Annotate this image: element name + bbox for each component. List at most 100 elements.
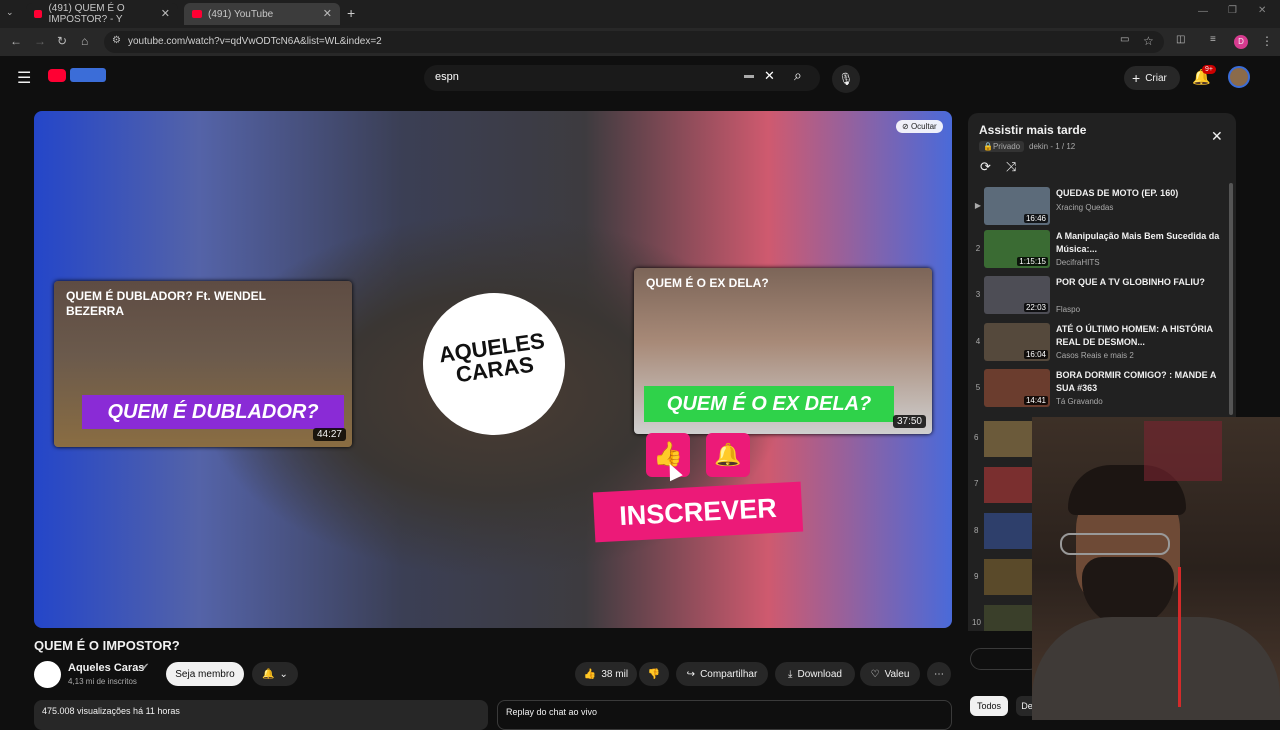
create-label: Criar bbox=[1145, 72, 1167, 84]
channel-name[interactable]: Aqueles Caras bbox=[68, 662, 144, 674]
tab-label: (491) QUEM É O IMPOSTOR? - Y bbox=[48, 3, 125, 25]
url-text: youtube.com/watch?v=qdVwODTcN6A&list=WL&… bbox=[128, 36, 382, 47]
item-index: 8 bbox=[974, 526, 979, 535]
share-button[interactable]: ↪ Compartilhar bbox=[676, 662, 768, 686]
site-info-icon[interactable]: ⚙ bbox=[112, 35, 121, 46]
lock-icon: 🔒 bbox=[983, 142, 993, 151]
jersey-poster bbox=[1144, 421, 1222, 481]
keyboard-icon[interactable]: ▬ bbox=[744, 70, 754, 81]
home-icon[interactable]: ⌂ bbox=[81, 34, 88, 48]
create-button[interactable]: + Criar bbox=[1124, 66, 1180, 90]
endcard-title: QUEM É DUBLADOR? Ft. WENDEL BEZERRA bbox=[66, 289, 266, 318]
reload-icon[interactable]: ↻ bbox=[57, 34, 67, 48]
endcard-title: QUEM É O EX DELA? bbox=[646, 276, 769, 290]
views-and-date: 475.008 visualizações há 11 horas bbox=[42, 706, 180, 716]
item-title: BORA DORMIR COMIGO? : MANDE A SUA #363 bbox=[1056, 370, 1216, 393]
item-channel: DecifraHITS bbox=[1056, 258, 1100, 267]
tab-search-icon[interactable]: ⌄ bbox=[6, 7, 14, 18]
item-channel: Xracing Quedas bbox=[1056, 203, 1114, 212]
voice-search-icon[interactable]: 🎙 bbox=[832, 65, 860, 93]
tab-youtube[interactable]: (491) YouTube ✕ bbox=[184, 3, 340, 25]
clear-search-icon[interactable]: ✕ bbox=[764, 68, 775, 84]
youtube-logo-mark bbox=[70, 68, 106, 82]
endcard-video-dublador[interactable]: QUEM É DUBLADOR? Ft. WENDEL BEZERRA QUEM… bbox=[54, 281, 352, 447]
account-avatar[interactable] bbox=[1228, 66, 1250, 88]
reading-list-icon[interactable]: ≡ bbox=[1210, 34, 1216, 45]
description-box[interactable]: 475.008 visualizações há 11 horas bbox=[34, 700, 488, 730]
search-icon[interactable]: ⌕ bbox=[794, 67, 802, 84]
youtube-logo[interactable] bbox=[48, 69, 66, 82]
close-playlist-icon[interactable]: ✕ bbox=[1211, 128, 1223, 145]
youtube-favicon-icon bbox=[34, 10, 43, 18]
cast-icon[interactable]: ▭ bbox=[1120, 34, 1129, 45]
subscribed-bell-button[interactable]: 🔔 ⌄ bbox=[252, 662, 298, 686]
youtube-favicon-icon bbox=[192, 10, 202, 18]
url-field[interactable]: ⚙ youtube.com/watch?v=qdVwODTcN6A&list=W… bbox=[104, 31, 1164, 53]
hide-endcards-button[interactable]: ⊘ Ocultar bbox=[896, 120, 943, 133]
search-input[interactable]: espn ▬ ✕ ⌕ bbox=[424, 65, 820, 91]
playlist-item[interactable]: ▶ 16:46 QUEDAS DE MOTO (EP. 160) Xracing… bbox=[968, 185, 1228, 231]
tab-impostor[interactable]: (491) QUEM É O IMPOSTOR? - Y ✕ bbox=[26, 3, 178, 25]
download-button[interactable]: ⤓ Download bbox=[775, 662, 855, 686]
back-icon[interactable]: ← bbox=[10, 34, 22, 48]
new-tab-icon[interactable]: + bbox=[347, 5, 355, 21]
close-tab-icon[interactable]: ✕ bbox=[161, 7, 170, 20]
playlist-item[interactable]: 5 14:41 BORA DORMIR COMIGO? : MANDE A SU… bbox=[968, 367, 1228, 413]
dislike-button[interactable]: 👎 bbox=[639, 662, 669, 686]
thanks-button[interactable]: ♡ Valeu bbox=[860, 662, 920, 686]
playlist-item[interactable]: 2 1:15:15 A Manipulação Mais Bem Sucedid… bbox=[968, 228, 1228, 274]
chip-all[interactable]: Todos bbox=[970, 696, 1008, 716]
playlist-item[interactable]: 3 22:03 POR QUE A TV GLOBINHO FALIU? Fla… bbox=[968, 274, 1228, 320]
bell-icon: 🔔 bbox=[262, 668, 275, 680]
subscribe-overlay[interactable]: INSCREVER bbox=[592, 481, 804, 543]
item-index: 3 bbox=[975, 290, 981, 299]
browser-menu-icon[interactable]: ⋮ bbox=[1261, 34, 1273, 48]
endcard-duration: 44:27 bbox=[312, 428, 346, 441]
download-label: Download bbox=[797, 668, 842, 680]
close-tab-icon[interactable]: ✕ bbox=[323, 7, 332, 20]
profile-avatar[interactable]: D bbox=[1234, 35, 1248, 49]
chat-replay-label: Replay do chat ao vivo bbox=[506, 707, 598, 717]
join-button[interactable]: Seja membro bbox=[166, 662, 244, 686]
item-thumbnail[interactable] bbox=[984, 605, 1032, 631]
item-thumbnail: 16:04 bbox=[984, 323, 1050, 361]
channel-logo-endcard[interactable]: AQUELES CARAS bbox=[413, 283, 575, 445]
minimize-icon[interactable]: — bbox=[1198, 6, 1208, 17]
item-thumbnail[interactable] bbox=[984, 467, 1032, 503]
item-title: A Manipulação Mais Bem Sucedida da Músic… bbox=[1056, 231, 1220, 254]
item-thumbnail[interactable] bbox=[984, 559, 1032, 595]
chat-collapsed-bar[interactable] bbox=[970, 648, 1040, 670]
playlist-title[interactable]: Assistir mais tarde bbox=[979, 123, 1086, 137]
like-button[interactable]: 👍 38 mil bbox=[575, 662, 637, 686]
chat-replay-bar[interactable]: Replay do chat ao vivo bbox=[497, 700, 952, 730]
item-channel: Flaspo bbox=[1056, 305, 1081, 314]
privacy-badge: 🔒Privado bbox=[979, 141, 1025, 152]
eye-off-icon: ⊘ bbox=[902, 122, 909, 131]
shuffle-icon[interactable]: ⤨ bbox=[1006, 159, 1016, 175]
item-thumbnail[interactable] bbox=[984, 513, 1032, 549]
close-window-icon[interactable]: ✕ bbox=[1258, 5, 1266, 16]
item-channel: Casos Reais e mais 2 bbox=[1056, 351, 1134, 360]
loop-icon[interactable]: ⟳ bbox=[980, 159, 991, 175]
plus-icon: + bbox=[1132, 70, 1141, 86]
forward-icon[interactable]: → bbox=[34, 34, 46, 48]
extensions-icon[interactable]: ◫ bbox=[1176, 34, 1185, 45]
more-actions-button[interactable]: ⋯ bbox=[927, 662, 951, 686]
endcard-video-ex-dela[interactable]: QUEM É O EX DELA? QUEM É O EX DELA? 37:5… bbox=[634, 268, 932, 434]
item-index: 2 bbox=[975, 244, 981, 253]
join-label: Seja membro bbox=[175, 668, 235, 680]
video-player[interactable]: ⊘ Ocultar QUEM É DUBLADOR? Ft. WENDEL BE… bbox=[34, 111, 952, 628]
share-icon: ↪ bbox=[686, 668, 696, 680]
now-playing-icon: ▶ bbox=[974, 201, 982, 210]
item-duration: 22:03 bbox=[1023, 303, 1048, 312]
playlist-position: dekin - 1 / 12 bbox=[1029, 142, 1076, 151]
video-title: QUEM É O IMPOSTOR? bbox=[34, 638, 180, 653]
bookmark-star-icon[interactable]: ☆ bbox=[1143, 34, 1154, 48]
menu-icon[interactable]: ☰ bbox=[17, 68, 31, 88]
playlist-item[interactable]: 4 16:04 ATÉ O ÚLTIMO HOMEM: A HISTÓRIA R… bbox=[968, 321, 1228, 367]
item-thumbnail[interactable] bbox=[984, 421, 1032, 457]
playlist-scrollbar[interactable] bbox=[1229, 183, 1233, 415]
thanks-heart-icon: ♡ bbox=[870, 668, 880, 680]
restore-icon[interactable]: ❐ bbox=[1228, 5, 1237, 16]
channel-avatar[interactable] bbox=[34, 661, 61, 688]
